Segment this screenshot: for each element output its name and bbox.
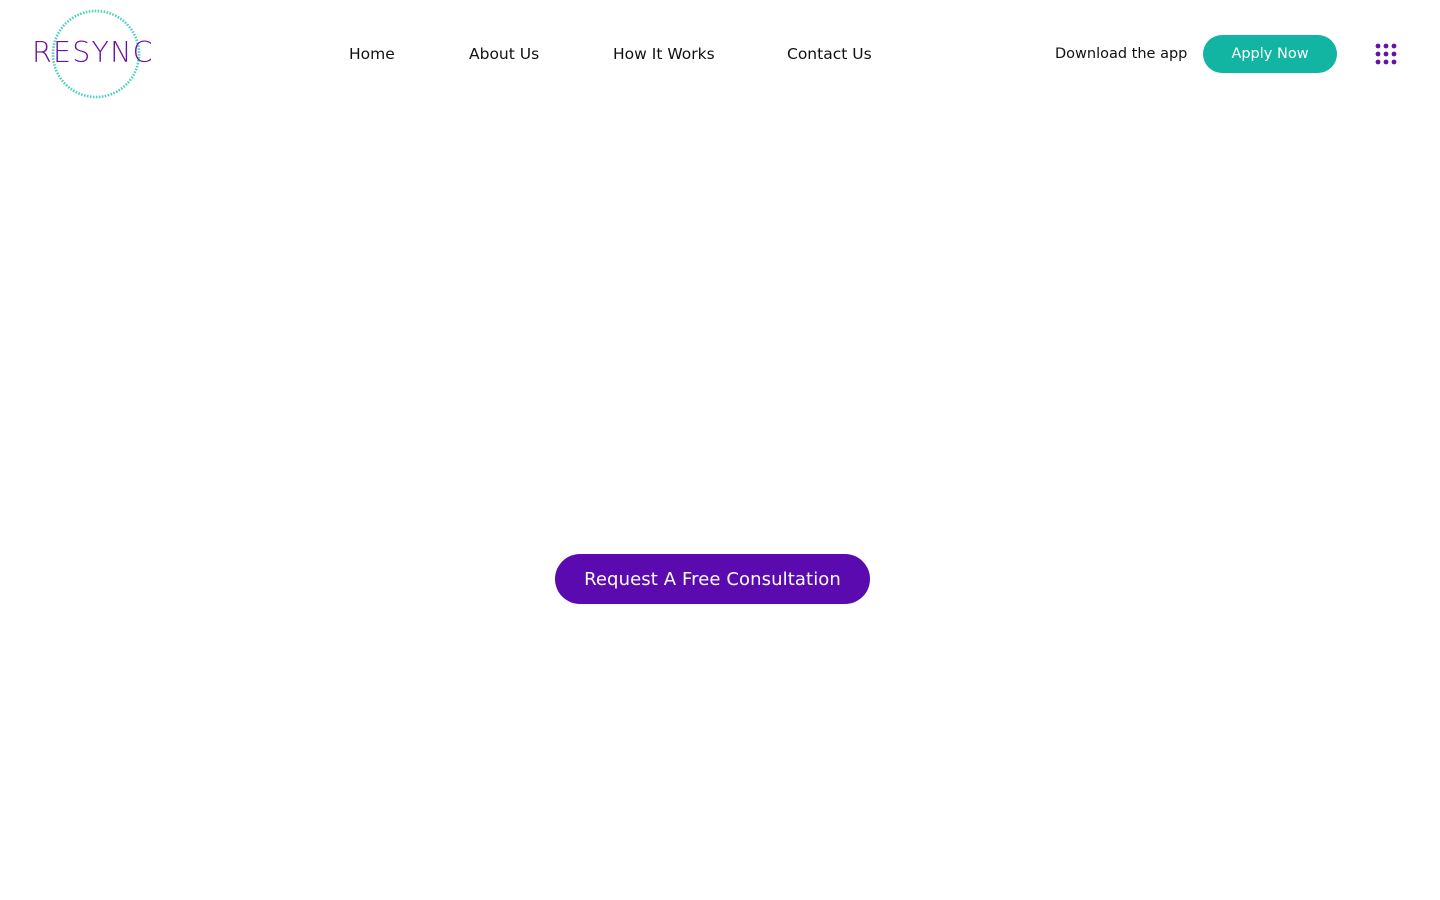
nav-home[interactable]: Home: [349, 43, 395, 65]
apply-now-label: Apply Now: [1231, 46, 1309, 62]
grid-menu-button[interactable]: [1372, 40, 1400, 68]
grid-dots-icon: [1375, 43, 1397, 65]
request-consultation-button[interactable]: Request A Free Consultation: [555, 554, 870, 604]
logo-wordmark: RESYNC: [32, 36, 154, 69]
resync-logo[interactable]: RESYNC: [30, 8, 162, 100]
site-header: RESYNC Home About Us How It Works Contac…: [0, 0, 1440, 108]
request-consultation-label: Request A Free Consultation: [584, 568, 841, 590]
page: RESYNC Home About Us How It Works Contac…: [0, 0, 1440, 900]
nav-how-it-works[interactable]: How It Works: [613, 43, 715, 65]
nav-about-us[interactable]: About Us: [469, 43, 539, 65]
nav-contact-us[interactable]: Contact Us: [787, 43, 872, 65]
download-app-link[interactable]: Download the app: [1055, 44, 1187, 64]
apply-now-button[interactable]: Apply Now: [1203, 35, 1337, 73]
